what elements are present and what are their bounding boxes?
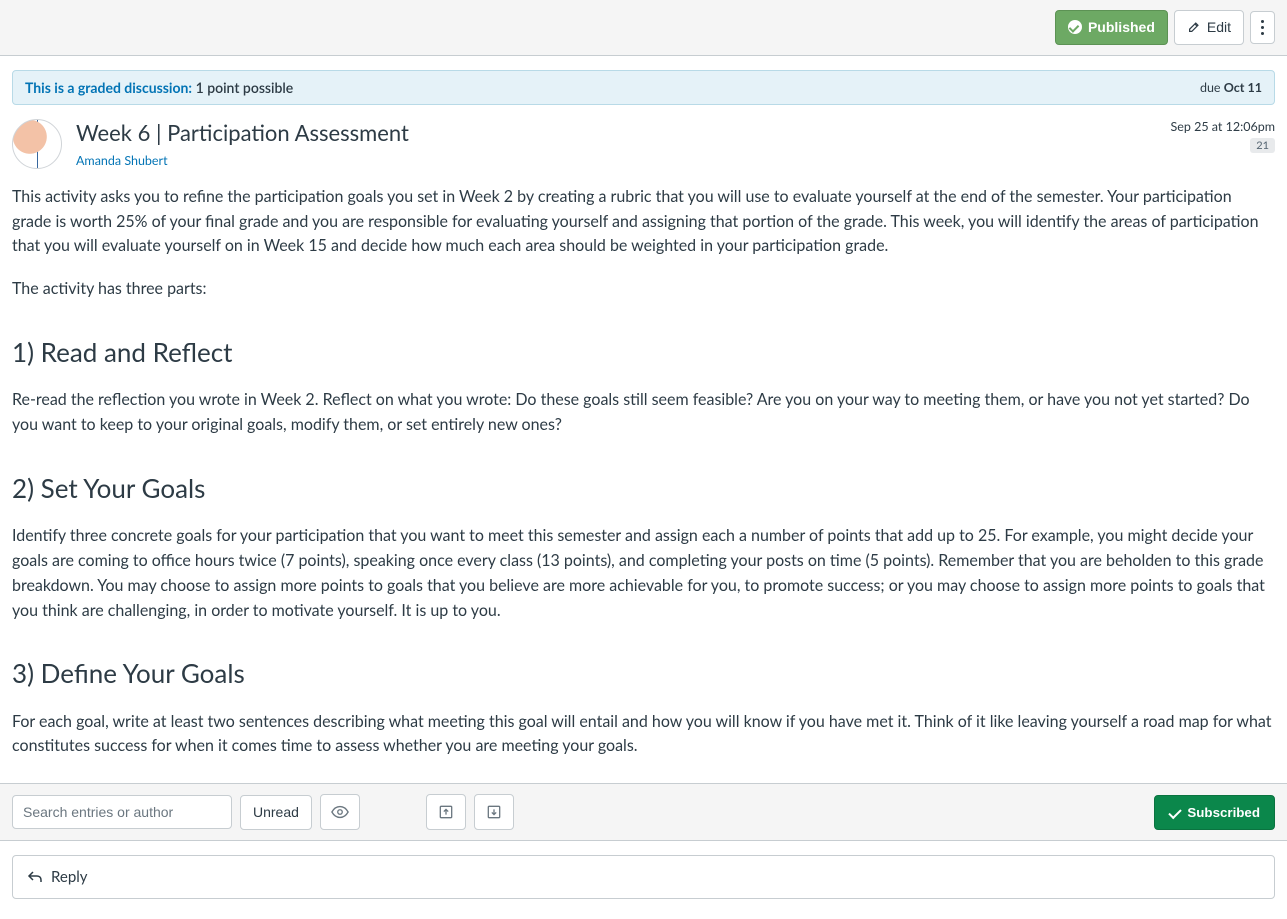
edit-label: Edit (1207, 19, 1231, 36)
post-body: This activity asks you to refine the par… (12, 185, 1275, 759)
check-icon (1169, 806, 1182, 819)
eye-icon (331, 805, 349, 819)
graded-points: 1 point possible (196, 79, 294, 96)
graded-discussion-banner: This is a graded discussion: 1 point pos… (12, 70, 1275, 105)
post-header: Week 6 | Participation Assessment Amanda… (12, 119, 1275, 169)
view-toggle-button[interactable] (320, 794, 360, 830)
subscribed-label: Subscribed (1187, 805, 1260, 820)
pencil-icon (1187, 20, 1201, 34)
more-options-button[interactable] (1250, 11, 1275, 44)
reply-label: Reply (51, 868, 88, 886)
avatar[interactable] (12, 119, 62, 169)
section-heading-3: 3) Define Your Goals (12, 653, 1275, 693)
subscribed-button[interactable]: Subscribed (1154, 795, 1275, 830)
graded-prefix: This is a graded discussion: (25, 79, 192, 96)
author-link[interactable]: Amanda Shubert (76, 153, 168, 168)
section-paragraph-2: Identify three concrete goals for your p… (12, 524, 1275, 623)
expand-icon (487, 805, 501, 819)
expand-replies-button[interactable] (474, 794, 514, 830)
reply-count-badge: 21 (1250, 138, 1275, 153)
edit-button[interactable]: Edit (1174, 10, 1244, 45)
section-heading-2: 2) Set Your Goals (12, 468, 1275, 508)
graded-due: due Oct 11 (1200, 80, 1262, 95)
due-prefix: due (1200, 80, 1224, 95)
unread-label: Unread (253, 804, 299, 821)
top-toolbar: Published Edit (0, 0, 1287, 56)
reply-arrow-icon (27, 870, 43, 884)
search-input[interactable] (12, 795, 232, 829)
intro-paragraph: This activity asks you to refine the par… (12, 185, 1275, 259)
section-paragraph-3: For each goal, write at least two senten… (12, 710, 1275, 760)
discussion-action-bar: Unread Subscribed (0, 783, 1287, 841)
collapse-icon (439, 805, 453, 819)
section-heading-1: 1) Read and Reflect (12, 332, 1275, 372)
check-circle-icon (1068, 20, 1082, 34)
reply-box[interactable]: Reply (12, 855, 1275, 899)
collapse-replies-button[interactable] (426, 794, 466, 830)
kebab-icon (1261, 20, 1264, 35)
published-label: Published (1088, 19, 1155, 36)
page-title: Week 6 | Participation Assessment (76, 119, 1157, 148)
section-paragraph-1: Re-read the reflection you wrote in Week… (12, 388, 1275, 438)
published-button[interactable]: Published (1055, 10, 1168, 45)
due-date: Oct 11 (1224, 80, 1262, 95)
post-timestamp: Sep 25 at 12:06pm (1171, 119, 1275, 134)
activity-line: The activity has three parts: (12, 277, 1275, 302)
unread-button[interactable]: Unread (240, 795, 312, 830)
